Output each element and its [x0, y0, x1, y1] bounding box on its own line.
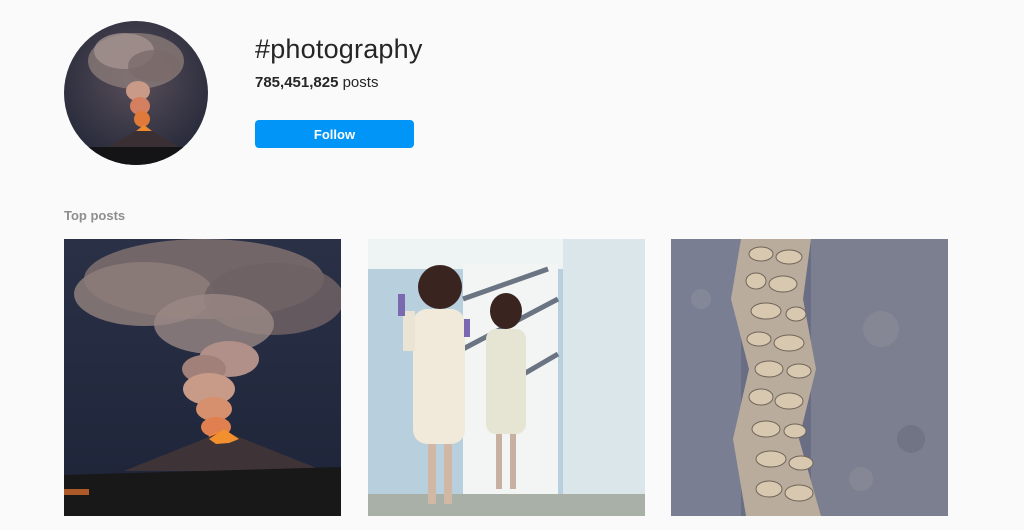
stone-wall-image	[671, 239, 948, 516]
post-count-value: 785,451,825	[255, 74, 339, 91]
volcano-thumbnail-image	[64, 21, 208, 165]
hashtag-avatar	[64, 21, 208, 165]
post-count-unit: posts	[342, 74, 379, 91]
top-post-tile[interactable]	[671, 239, 948, 516]
post-count: 785,451,825 posts	[255, 74, 378, 91]
mirror-fashion-image	[368, 239, 645, 516]
top-post-tile[interactable]	[368, 239, 645, 516]
volcano-eruption-image	[64, 239, 341, 516]
top-post-tile[interactable]	[64, 239, 341, 516]
hashtag-title: #photography	[255, 34, 423, 64]
top-posts-heading: Top posts	[64, 208, 126, 223]
follow-button[interactable]: Follow	[255, 120, 414, 148]
